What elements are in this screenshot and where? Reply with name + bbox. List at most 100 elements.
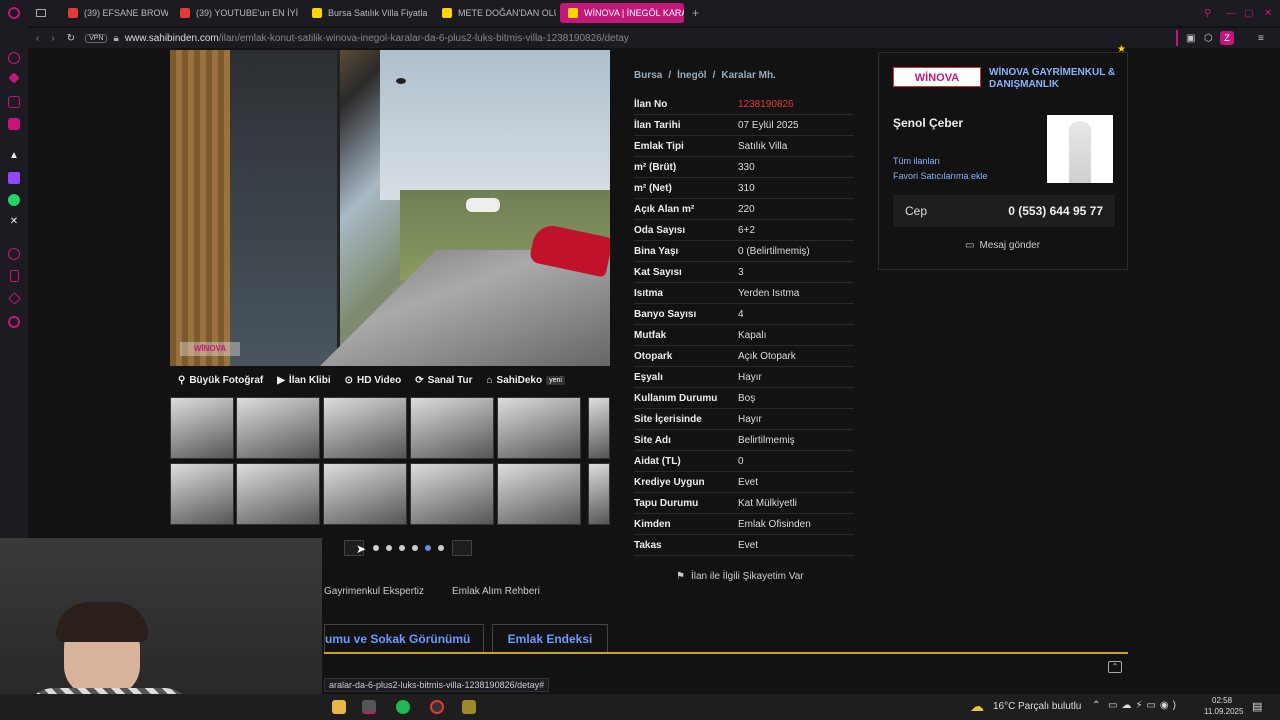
tab-street-view[interactable]: umu ve Sokak Görünümü [324, 624, 484, 652]
thumbnail[interactable] [497, 463, 581, 525]
file-explorer-icon[interactable] [332, 700, 346, 714]
page-dot[interactable] [373, 545, 379, 551]
clock-date[interactable]: 11.09.2025 [1204, 707, 1243, 716]
tab-brownie[interactable]: (39) EFSANE BROWNIE T [60, 3, 168, 23]
ceiling-light [396, 78, 406, 84]
detail-row: Eşyalı Hayır [634, 367, 854, 388]
listing-clip-button[interactable]: ▶︎ İlan Klibi [277, 375, 330, 386]
detail-row: Kat Sayısı 3 [634, 262, 854, 283]
thumbnail[interactable] [323, 463, 407, 525]
complaint-link[interactable]: ⚑ İlan ile İlgili Şikayetim Var [676, 571, 804, 582]
buying-guide-link[interactable]: Emlak Alım Rehberi [452, 586, 540, 597]
tab-bursa-villa[interactable]: Bursa Satılık Villa Fiyatla [304, 3, 430, 23]
360-tour-icon: ⟳ [415, 374, 424, 386]
collapse-icon[interactable]: ⌃ [1108, 661, 1122, 673]
seller-logo[interactable]: WİNOVA [893, 67, 981, 87]
add-favorite-seller-link[interactable]: Favori Satıcılarıma ekle [893, 171, 988, 181]
all-listings-link[interactable]: Tüm ilanları [893, 156, 940, 166]
profile-avatar[interactable]: Z [1220, 31, 1234, 45]
diamond-icon[interactable] [8, 292, 21, 305]
forward-icon[interactable]: › [51, 33, 54, 44]
arc-icon[interactable]: ▲ [8, 150, 20, 162]
detail-row: Site Adı Belirtilmemiş [634, 430, 854, 451]
seller-company[interactable]: WİNOVA GAYRİMENKUL & DANIŞMANLIK [989, 67, 1119, 91]
thumbnail[interactable] [497, 397, 581, 459]
reload-icon[interactable]: ↻ [67, 33, 75, 44]
messenger-icon[interactable] [8, 52, 20, 64]
page-dot[interactable] [412, 545, 418, 551]
thumbnail[interactable] [410, 463, 494, 525]
breadcrumb-city[interactable]: Bursa [634, 70, 662, 81]
notification-icon[interactable]: ▤ [1252, 700, 1262, 713]
menu-icon[interactable]: ≡ [1258, 33, 1264, 44]
gaming-icon[interactable] [8, 118, 20, 130]
breadcrumb-district[interactable]: İnegöl [677, 70, 706, 81]
favorite-star-icon[interactable]: ★ [1117, 44, 1126, 55]
thumbnail[interactable] [170, 463, 234, 525]
thumbnail[interactable] [323, 397, 407, 459]
next-page-button[interactable] [452, 540, 472, 556]
thumbnail[interactable] [588, 463, 610, 525]
thumbnail[interactable] [588, 397, 610, 459]
appraisal-link[interactable]: Gayrimenkul Ekspertiz [324, 586, 424, 597]
browser-logo-icon[interactable] [8, 7, 20, 19]
pinned-icon[interactable] [8, 72, 20, 84]
vpn-badge[interactable]: VPN [85, 33, 108, 43]
page-dot[interactable] [399, 545, 405, 551]
minimize-icon[interactable]: — [1226, 8, 1236, 19]
page-dot-active[interactable] [425, 545, 431, 551]
close-icon[interactable]: ✕ [1264, 8, 1272, 19]
music-icon[interactable] [8, 248, 20, 260]
whatsapp-icon[interactable] [8, 194, 20, 206]
tab-list-icon[interactable] [36, 9, 46, 17]
new-badge: yeni [546, 375, 565, 385]
search-icon[interactable]: ⚲ [1204, 8, 1211, 19]
phone-row[interactable]: Cep 0 (553) 644 95 77 [893, 195, 1115, 227]
extensions-icon[interactable]: ⬡ [1204, 33, 1213, 44]
tab-winova[interactable]: WİNOVA | İNEGÖL KARAL [560, 3, 684, 23]
thumbnail[interactable] [170, 397, 234, 459]
bookmark-icon[interactable] [10, 270, 19, 282]
settings-icon[interactable] [8, 316, 20, 328]
spotify-icon[interactable] [396, 700, 410, 714]
sidebar-toggle-icon[interactable]: ▣ [1186, 33, 1195, 44]
thumbnail[interactable] [410, 397, 494, 459]
tab-mete-dogan[interactable]: METE DOĞAN'DAN OLUŞ [434, 3, 556, 23]
detail-row: Mutfak Kapalı [634, 325, 854, 346]
tray-icons[interactable]: ▭☁︎⚡︎▭◉) [1108, 700, 1180, 711]
maximize-icon[interactable]: ▢ [1244, 8, 1253, 19]
detail-row: Banyo Sayısı 4 [634, 304, 854, 325]
tab-youtube[interactable]: (39) YOUTUBE'un EN İYİ [172, 3, 300, 23]
sahideko-icon: ⌂ [486, 374, 493, 386]
main-photo[interactable]: WİNOVA [170, 50, 610, 366]
detail-row: Bina Yaşı 0 (Belirtilmemiş) [634, 241, 854, 262]
sahibinden-icon [568, 8, 578, 18]
app-icon[interactable] [462, 700, 476, 714]
virtual-tour-button[interactable]: ⟳ Sanal Tur [415, 375, 472, 386]
browser-taskbar-icon[interactable] [362, 700, 376, 714]
page-dot[interactable] [386, 545, 392, 551]
send-message-button[interactable]: ▭ Mesaj gönder [965, 240, 1040, 251]
wallet-icon[interactable] [8, 96, 20, 108]
new-tab-icon[interactable]: + [692, 6, 699, 20]
x-icon[interactable]: ✕ [8, 216, 20, 228]
clock-time[interactable]: 02:58 [1212, 696, 1232, 705]
status-url: aralar-da-6-plus2-luks-bitmis-villa-1238… [324, 678, 550, 692]
back-icon[interactable]: ‹ [36, 33, 39, 44]
weather-text[interactable]: Parçalı bulutlu [1018, 701, 1081, 712]
hd-video-button[interactable]: ⊙ HD Video [345, 375, 402, 386]
thumbnail[interactable] [236, 463, 320, 525]
big-photo-button[interactable]: ⚲ Büyük Fotoğraf [178, 375, 263, 386]
obs-icon[interactable] [430, 700, 444, 714]
temperature[interactable]: 16°C [993, 701, 1015, 712]
phone-label: Cep [905, 204, 928, 218]
thumbnail[interactable] [236, 397, 320, 459]
tray-chevron-icon[interactable]: ⌃ [1092, 700, 1100, 711]
twitch-icon[interactable] [8, 172, 20, 184]
sahideko-button[interactable]: ⌂ SahiDeko yeni [486, 374, 565, 386]
url-field[interactable]: www.sahibinden.com/ilan/emlak-konut-sati… [125, 33, 629, 44]
tab-real-estate-index[interactable]: Emlak Endeksi [492, 624, 608, 652]
page-dot[interactable] [438, 545, 444, 551]
tab-label: Bursa Satılık Villa Fiyatla [328, 8, 428, 18]
breadcrumb-neighborhood[interactable]: Karalar Mh. [721, 70, 775, 81]
